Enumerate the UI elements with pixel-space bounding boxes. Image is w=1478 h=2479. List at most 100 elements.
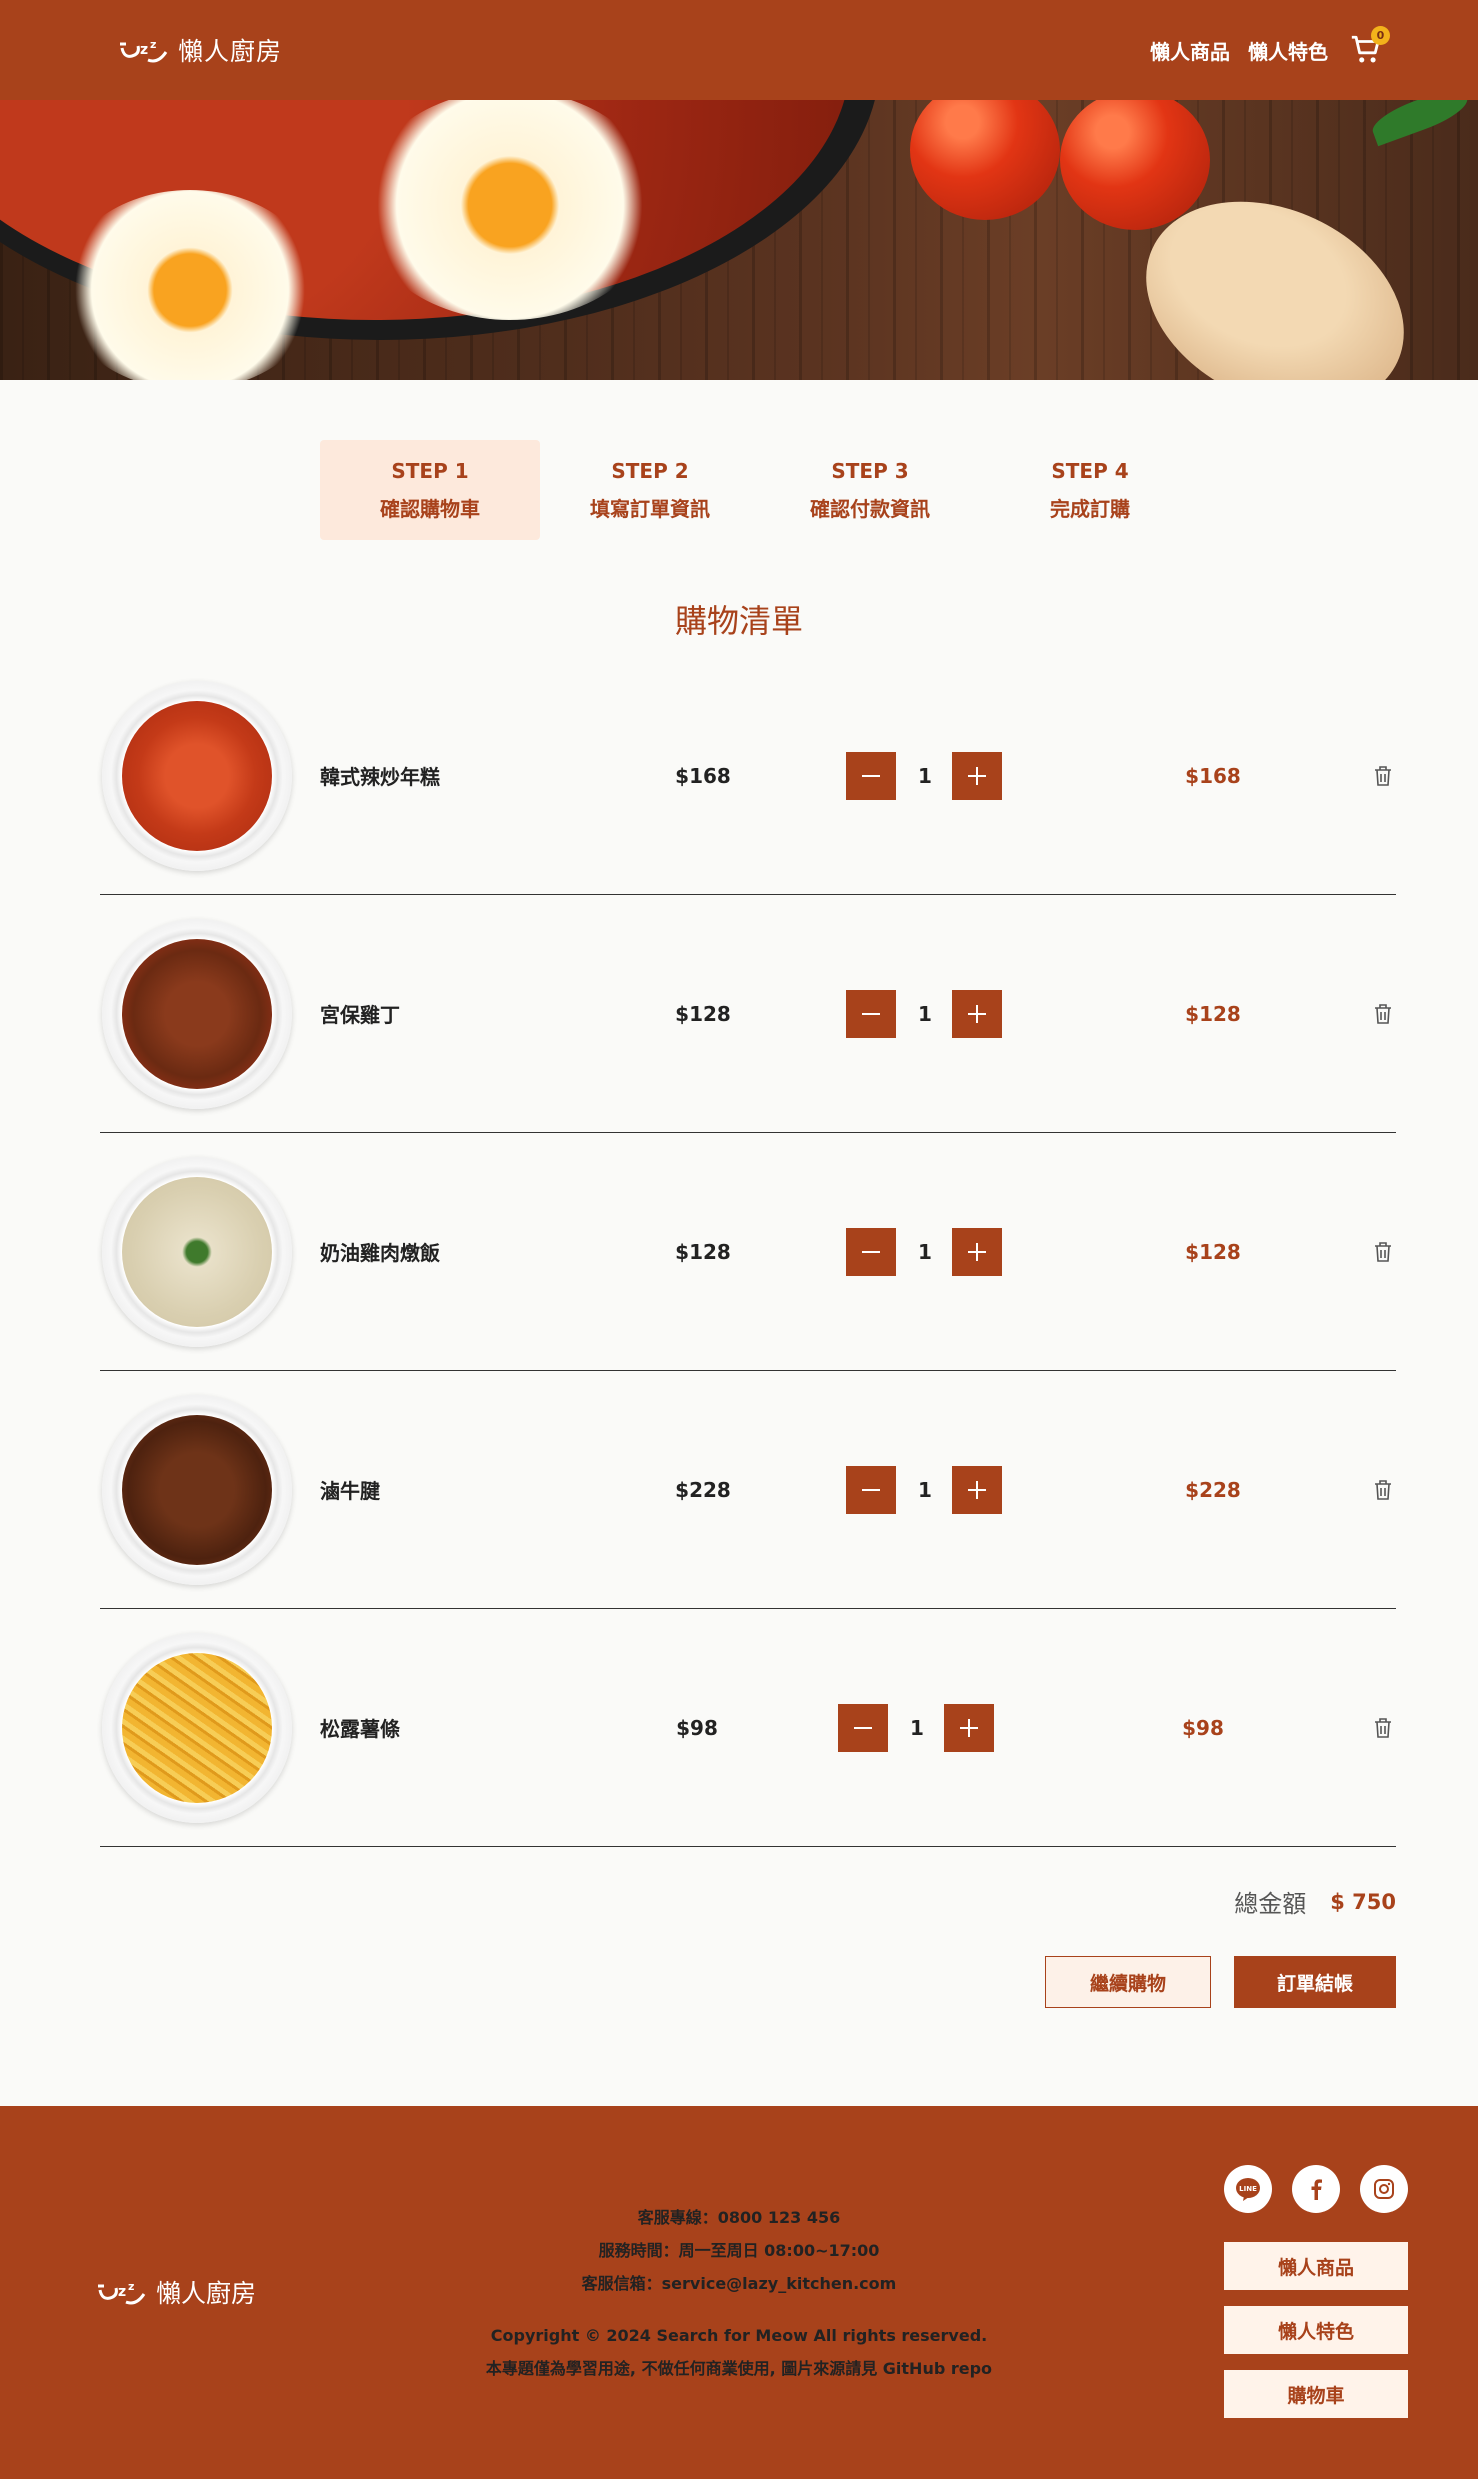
checkout-steps: STEP 1 確認購物車 STEP 2 填寫訂單資訊 STEP 3 確認付款資訊… xyxy=(320,440,1200,540)
svg-text:z: z xyxy=(140,42,148,58)
decrease-button[interactable] xyxy=(846,989,896,1038)
hero-banner xyxy=(0,100,1478,380)
minus-icon xyxy=(854,1726,872,1729)
step-label: 確認購物車 xyxy=(380,496,480,521)
item-name: 松露薯條 xyxy=(320,1717,400,1741)
decrease-button[interactable] xyxy=(846,1227,896,1276)
food-image xyxy=(102,1156,292,1347)
brand-name: 懶人廚房 xyxy=(178,37,283,66)
plus-icon xyxy=(968,1004,986,1023)
svg-text:z: z xyxy=(150,38,156,51)
item-price: $128 xyxy=(675,1001,731,1026)
instagram-icon xyxy=(1374,2179,1394,2199)
item-price: $228 xyxy=(675,1477,731,1502)
quantity-stepper: 1 xyxy=(846,989,1002,1038)
step-number: STEP 4 xyxy=(1051,458,1129,483)
quantity-stepper: 1 xyxy=(838,1703,994,1752)
step-number: STEP 3 xyxy=(831,458,909,483)
food-image xyxy=(102,680,292,871)
order-total: 總金額 $ 750 xyxy=(1234,1884,1396,1919)
trash-icon xyxy=(1375,1479,1391,1500)
nav-features[interactable]: 懶人特色 xyxy=(1248,36,1328,65)
trash-icon xyxy=(1375,1717,1391,1738)
delete-button[interactable] xyxy=(1370,1239,1396,1265)
item-name: 奶油雞肉燉飯 xyxy=(320,1241,440,1265)
increase-button[interactable] xyxy=(944,1703,994,1752)
minus-icon xyxy=(862,1012,880,1015)
item-price: $98 xyxy=(676,1715,718,1740)
cart-row: 奶油雞肉燉飯 $128 1 $128 xyxy=(100,1133,1396,1371)
step-label: 完成訂購 xyxy=(1050,496,1130,521)
delete-button[interactable] xyxy=(1370,1715,1396,1741)
minus-icon xyxy=(862,1250,880,1253)
cart-button[interactable]: 0 xyxy=(1346,26,1390,70)
step-2: STEP 2 填寫訂單資訊 xyxy=(540,440,760,540)
delete-button[interactable] xyxy=(1370,1001,1396,1027)
increase-button[interactable] xyxy=(952,1465,1002,1514)
line-link[interactable]: LINE xyxy=(1224,2165,1272,2213)
quantity-value: 1 xyxy=(910,1715,924,1740)
food-image xyxy=(102,1394,292,1585)
plus-icon xyxy=(960,1718,978,1737)
quantity-stepper: 1 xyxy=(846,1465,1002,1514)
increase-button[interactable] xyxy=(952,1227,1002,1276)
quantity-value: 1 xyxy=(918,763,932,788)
cart-row: 宮保雞丁 $128 1 $128 xyxy=(100,895,1396,1133)
item-subtotal: $128 xyxy=(1185,1239,1241,1264)
facebook-icon xyxy=(1311,2179,1322,2200)
quantity-value: 1 xyxy=(918,1477,932,1502)
step-4: STEP 4 完成訂購 xyxy=(980,440,1200,540)
item-subtotal: $128 xyxy=(1185,1001,1241,1026)
minus-icon xyxy=(862,774,880,777)
cart-row: 松露薯條 $98 1 $98 xyxy=(100,1609,1396,1847)
brand-logo[interactable]: z z 懶人廚房 xyxy=(118,32,282,68)
facebook-link[interactable] xyxy=(1292,2165,1340,2213)
item-subtotal: $98 xyxy=(1182,1715,1224,1740)
trash-icon xyxy=(1375,1003,1391,1024)
increase-button[interactable] xyxy=(952,751,1002,800)
item-name: 韓式辣炒年糕 xyxy=(320,765,440,789)
continue-shopping-button[interactable]: 繼續購物 xyxy=(1045,1956,1211,2008)
food-image xyxy=(102,918,292,1109)
cart-row: 滷牛腱 $228 1 $228 xyxy=(100,1371,1396,1609)
plus-icon xyxy=(968,766,986,785)
footer-link-cart[interactable]: 購物車 xyxy=(1224,2370,1408,2418)
quantity-value: 1 xyxy=(918,1001,932,1026)
decrease-button[interactable] xyxy=(846,1465,896,1514)
item-name: 滷牛腱 xyxy=(320,1479,380,1503)
item-price: $168 xyxy=(675,763,731,788)
decrease-button[interactable] xyxy=(846,751,896,800)
step-number: STEP 1 xyxy=(391,458,469,483)
nav-products[interactable]: 懶人商品 xyxy=(1150,36,1230,65)
cart-title: 購物清單 xyxy=(674,602,803,640)
step-label: 確認付款資訊 xyxy=(810,496,930,521)
total-label: 總金額 xyxy=(1234,1890,1307,1918)
instagram-link[interactable] xyxy=(1360,2165,1408,2213)
increase-button[interactable] xyxy=(952,989,1002,1038)
cart-row: 韓式辣炒年糕 $168 1 $168 xyxy=(100,657,1396,895)
trash-icon xyxy=(1375,765,1391,786)
line-icon: LINE xyxy=(1236,2178,1260,2201)
trash-icon xyxy=(1375,1241,1391,1262)
step-3: STEP 3 確認付款資訊 xyxy=(760,440,980,540)
footer-link-features[interactable]: 懶人特色 xyxy=(1224,2306,1408,2354)
minus-icon xyxy=(862,1488,880,1491)
decrease-button[interactable] xyxy=(838,1703,888,1752)
svg-text:LINE: LINE xyxy=(1239,2185,1257,2193)
step-1: STEP 1 確認購物車 xyxy=(320,440,540,540)
plus-icon xyxy=(968,1242,986,1261)
checkout-button[interactable]: 訂單結帳 xyxy=(1234,1956,1396,2008)
item-subtotal: $168 xyxy=(1185,763,1241,788)
delete-button[interactable] xyxy=(1370,1477,1396,1503)
item-subtotal: $228 xyxy=(1185,1477,1241,1502)
delete-button[interactable] xyxy=(1370,763,1396,789)
sleepy-face-icon: z z xyxy=(120,38,168,63)
item-name: 宮保雞丁 xyxy=(320,1003,400,1027)
total-value: $ 750 xyxy=(1330,1889,1396,1914)
plus-icon xyxy=(968,1480,986,1499)
footer-link-products[interactable]: 懶人商品 xyxy=(1224,2242,1408,2290)
cart-count-badge: 0 xyxy=(1371,26,1390,45)
quantity-value: 1 xyxy=(918,1239,932,1264)
step-number: STEP 2 xyxy=(611,458,689,483)
quantity-stepper: 1 xyxy=(846,1227,1002,1276)
